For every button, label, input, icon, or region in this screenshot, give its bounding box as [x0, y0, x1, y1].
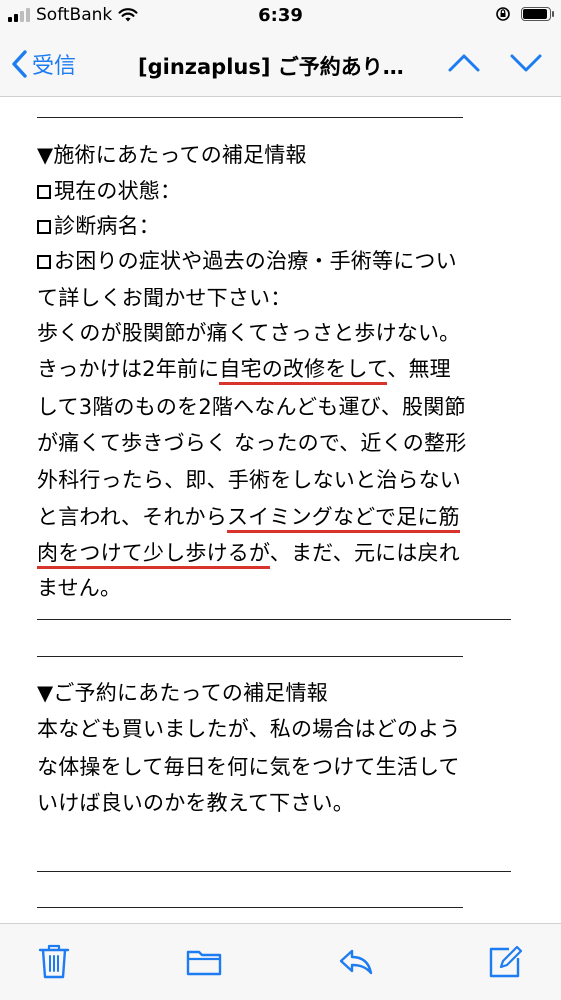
checkbox-icon — [37, 255, 51, 269]
form-item-label: 診断病名： — [54, 214, 160, 238]
body-text-line: て詳しくお聞かせ下さい： — [37, 286, 292, 310]
body-text-line: 本なども買いましたが、私の場合はどのよう — [37, 717, 461, 741]
checkbox-icon — [37, 185, 51, 199]
nav-bar: 受信 [ginzaplus] ご予約あり… — [0, 34, 561, 97]
separator-line — [37, 117, 463, 118]
checkbox-icon — [37, 220, 51, 234]
form-item-status: 現在の状態： — [37, 176, 181, 206]
body-text-line: 外科行ったら、即、手術をしないと治らない — [37, 468, 461, 492]
body-text-line: が痛くて歩きづらく なったので、近くの整形 — [37, 431, 467, 455]
status-right — [495, 6, 554, 22]
orientation-lock-icon — [496, 7, 510, 21]
separator-line — [37, 656, 463, 657]
battery-icon — [521, 7, 554, 21]
status-time: 6:39 — [258, 5, 303, 26]
mail-screen: SoftBank 6:39 受信 [ginzaplus] ご予約あり… ▼施術に… — [0, 0, 561, 1000]
text-segment: 、まだ、元には戻れ — [269, 541, 460, 565]
mail-subject-title: [ginzaplus] ご予約あり… — [138, 55, 404, 79]
compose-icon[interactable] — [487, 942, 523, 980]
reply-icon[interactable] — [338, 942, 374, 980]
highlighted-text: スイミングなどで足に筋 — [226, 505, 460, 533]
folder-icon[interactable] — [186, 942, 222, 980]
body-text-line: と言われ、それからスイミングなどで足に筋 — [37, 502, 460, 533]
form-item-label: 現在の状態： — [54, 179, 182, 203]
highlighted-text: 自宅の改修をして — [219, 357, 388, 385]
text-segment: きっかけは2年前に — [37, 357, 220, 381]
form-item-label: お困りの症状や過去の治療・手術等につい — [54, 249, 457, 273]
body-text-line: な体操をして毎日を何に気をつけて生活して — [37, 755, 460, 779]
previous-message-icon[interactable] — [447, 48, 481, 78]
status-bar: SoftBank 6:39 — [0, 0, 561, 34]
mail-body: ▼施術にあたっての補足情報 現在の状態： 診断病名： お困りの症状や過去の治療・… — [0, 97, 561, 923]
body-text-line: いけば良いのかを教えて下さい。 — [37, 791, 354, 815]
form-item-symptoms: お困りの症状や過去の治療・手術等につい — [37, 246, 457, 276]
message-navigation — [447, 48, 543, 78]
body-text-line: 肉をつけて少し歩けるが、まだ、元には戻れ — [37, 538, 460, 569]
text-segment: 、無理 — [387, 357, 451, 381]
separator-line — [37, 871, 511, 872]
next-message-icon[interactable] — [509, 48, 543, 78]
battery-fill — [523, 9, 547, 19]
section-heading: ▼施術にあたっての補足情報 — [37, 143, 307, 167]
section-heading: ▼ご予約にあたっての補足情報 — [37, 681, 328, 705]
body-text-line: きっかけは2年前に自宅の改修をして、無理 — [37, 354, 451, 385]
form-item-diagnosis: 診断病名： — [37, 211, 160, 241]
body-text-line: ません。 — [37, 576, 122, 600]
body-text-line: 歩くのが股関節が痛くてさっさと歩けない。 — [37, 321, 461, 345]
bottom-toolbar — [0, 923, 561, 1000]
back-button[interactable]: 受信 — [10, 48, 76, 80]
separator-line — [37, 619, 511, 620]
highlighted-text: 肉をつけて少し歩けるが — [37, 541, 270, 569]
back-button-label: 受信 — [32, 54, 77, 79]
chevron-left-icon — [12, 50, 27, 78]
text-segment: と言われ、それから — [37, 505, 227, 529]
trash-icon[interactable] — [36, 942, 72, 980]
separator-line — [37, 907, 463, 908]
body-text-line: して3階のものを2階へなんども運び、股関節 — [37, 395, 466, 419]
